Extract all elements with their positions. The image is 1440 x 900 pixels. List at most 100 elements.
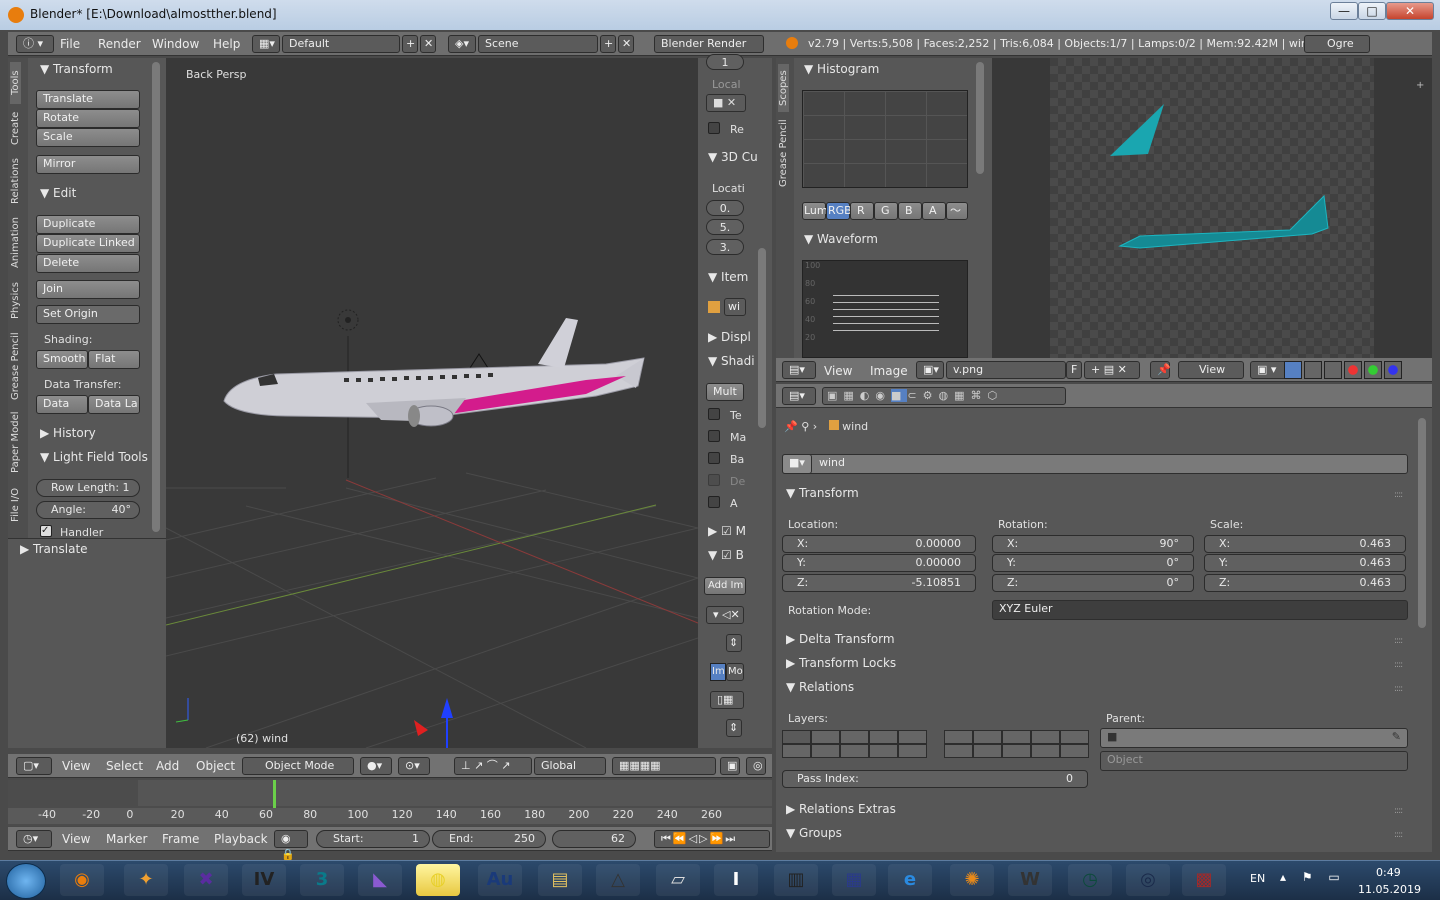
angle-field[interactable]: Angle: 40° [36,501,140,519]
image-browse-button[interactable]: ▣▾ [916,361,944,379]
groups-header[interactable]: ▼ Groups [786,826,842,840]
shading-header[interactable]: ▼ Shadi [708,354,755,368]
taskbar-paper-icon[interactable]: ▱ [656,864,700,896]
layers-grid-left[interactable] [782,730,928,758]
taskbar-archive-icon[interactable]: ▩ [1182,864,1226,896]
smooth-button[interactable]: Smooth [36,350,88,369]
properties-editor-type[interactable]: ▤▾ [782,387,816,405]
render-preview-icon[interactable]: ◎ [746,757,766,775]
matcap-checkbox[interactable] [708,430,720,442]
timeline-menu-playback[interactable]: Playback [214,832,268,846]
layout-icon[interactable]: ▦▾ [252,35,280,53]
channel-lum[interactable]: Lum [802,202,828,220]
scale-y-field[interactable]: Y: 0.463 [1204,554,1406,572]
local-view-icon[interactable]: ■ ✕ [706,94,746,112]
image-browse-icon[interactable]: ▯▦ [710,691,744,709]
taskbar-piano-icon[interactable]: ▥ [774,864,818,896]
scene-select[interactable]: Scene [478,35,598,53]
shading-mode-icon[interactable]: ●▾ [360,757,392,775]
transform-panel-header[interactable]: ▼ Transform [40,62,113,76]
image-menu-view[interactable]: View [824,364,852,378]
menu-render[interactable]: Render [98,37,141,51]
close-button[interactable]: ✕ [1386,2,1434,20]
3d-cursor-header[interactable]: ▼ 3D Cu [708,150,758,164]
cursor-z-field[interactable]: 3. [706,239,744,255]
language-indicator[interactable]: EN [1250,872,1265,885]
scale-z-field[interactable]: Z: 0.463 [1204,574,1406,592]
pin-icon[interactable]: 📌 [1150,361,1171,379]
clock-date[interactable]: 11.05.2019 [1358,883,1421,896]
taskbar-keyboard-icon[interactable]: ▦ [832,864,876,896]
end-frame-field[interactable]: End: 250 [432,830,546,848]
scene-icon[interactable]: ◈▾ [448,35,476,53]
histogram-header[interactable]: ▼ Histogram [804,62,879,76]
properties-scrollbar[interactable] [1418,418,1426,628]
remove-scene-icon[interactable]: ✕ [618,35,634,53]
taskbar-3ds-icon[interactable]: 3 [300,864,344,896]
orientation-select[interactable]: Global [534,757,606,775]
channel-a[interactable]: A [922,202,946,220]
rotation-x-field[interactable]: X: 90° [992,535,1194,553]
timeline-menu-frame[interactable]: Frame [162,832,199,846]
timeline-menu-marker[interactable]: Marker [106,832,147,846]
delta-transform-header[interactable]: ▶ Delta Transform [786,632,895,646]
location-x-field[interactable]: X: 0.00000 [782,535,976,553]
tab-scopes[interactable]: Scopes [778,64,789,112]
eyedropper-icon[interactable]: ✎ [1392,729,1401,745]
display-header[interactable]: ▶ Displ [708,330,751,344]
taskbar-clock-app-icon[interactable]: ◷ [1068,864,1112,896]
viewport-editor-type[interactable]: ▢▾ [16,757,52,775]
rotate-button[interactable]: Rotate [36,109,140,128]
pivot-icon[interactable]: ⊙▾ [398,757,430,775]
item-name-field[interactable]: wi [724,298,746,316]
operator-panel-header[interactable]: ▶ Translate [20,542,88,556]
current-frame-field[interactable]: 62 [552,830,636,848]
menu-window[interactable]: Window [152,37,199,51]
start-button[interactable] [6,863,46,899]
data-button[interactable]: Data [36,395,88,414]
clock-time[interactable]: 0:49 [1376,866,1401,879]
rotation-mode-select[interactable]: XYZ Euler [992,600,1408,620]
add-image-button[interactable]: Add Im [704,577,746,595]
alpha-icon[interactable] [1304,361,1322,379]
pass-index-field[interactable]: Pass Index: 0 [782,770,1088,788]
location-y-field[interactable]: Y: 0.00000 [782,554,976,572]
background-image-toggle[interactable]: ⇕ [726,634,742,652]
timeline-editor-type[interactable]: ◷▾ [16,830,52,848]
fake-user-button[interactable]: F [1066,361,1082,379]
airplane-model[interactable] [223,318,645,427]
image-name-field[interactable]: v.png [946,361,1066,379]
image-menu-image[interactable]: Image [870,364,908,378]
zbuf-icon[interactable] [1324,361,1342,379]
background-image-row[interactable]: ▾ ◁✕ [706,606,744,624]
location-z-field[interactable]: Z: -5.10851 [782,574,976,592]
timeline-playhead[interactable] [273,780,276,808]
data-layout-button[interactable]: Data La [88,395,140,414]
layer-number-field[interactable]: 1 [706,54,744,70]
channel-rgb[interactable]: RGB [826,202,852,220]
blue-channel-icon[interactable] [1384,361,1402,379]
viewport-menu-select[interactable]: Select [106,759,143,773]
delete-button[interactable]: Delete [36,254,140,273]
taskbar-x-app-icon[interactable]: ✖ [184,864,228,896]
start-frame-field[interactable]: Start: 1 [316,830,430,848]
scale-x-field[interactable]: X: 0.463 [1204,535,1406,553]
rotation-y-field[interactable]: Y: 0° [992,554,1194,572]
add-layout-icon[interactable]: + [402,35,418,53]
taskbar-sun-icon[interactable]: ✺ [950,864,994,896]
taskbar-steam-icon[interactable]: ◎ [1126,864,1170,896]
tab-paper-model[interactable]: Paper Model [10,406,21,478]
image-actions[interactable]: + ▤ ✕ [1084,361,1140,379]
handler-checkbox[interactable]: ✓ [40,525,52,537]
image-view-select[interactable]: View [1178,361,1244,379]
tab-tools[interactable]: Tools [10,62,21,104]
translate-button[interactable]: Translate [36,90,140,109]
scopes-scrollbar[interactable] [976,62,984,174]
flat-button[interactable]: Flat [88,350,140,369]
row-length-field[interactable]: Row Length: 1 [36,479,140,497]
red-channel-icon[interactable] [1344,361,1362,379]
cursor-x-field[interactable]: 0. [706,200,744,216]
curve-icon[interactable]: 〜 [946,202,968,220]
editor-type-button[interactable]: ⓘ ▾ [16,35,54,53]
duplicate-linked-button[interactable]: Duplicate Linked [36,234,140,253]
